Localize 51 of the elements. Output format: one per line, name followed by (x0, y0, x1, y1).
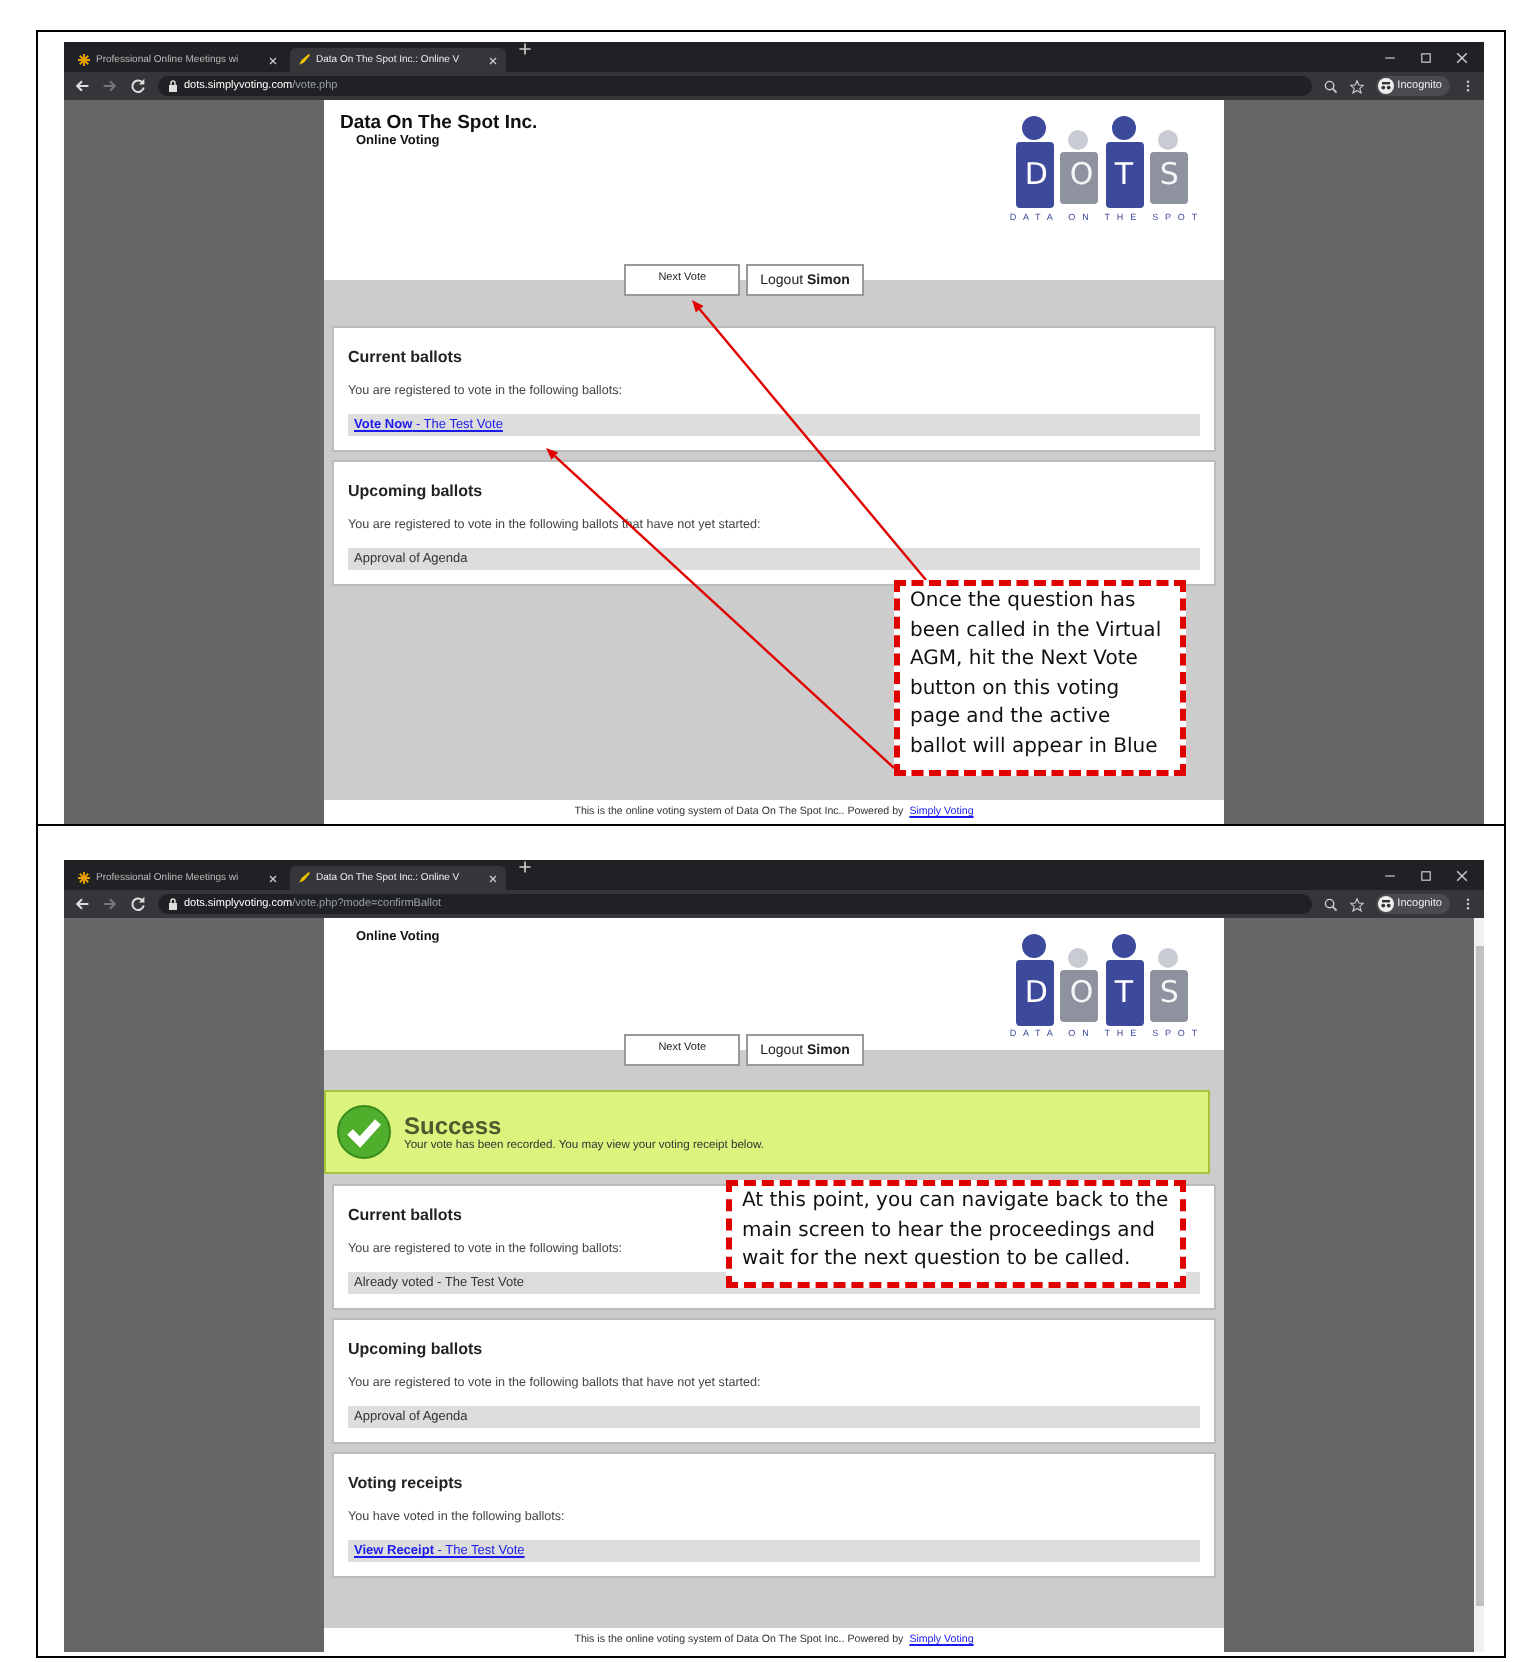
lock-icon (168, 898, 178, 910)
reload-icon[interactable] (130, 78, 146, 94)
logo-letter: S (1159, 156, 1179, 192)
panel-title: Current ballots (348, 348, 464, 366)
instruction-callout: Once the question has been called in the Virtual AGM, hit the Next Vote button on this voting page and the active ballot will appear in Blue (894, 580, 1186, 776)
pencil-favicon-icon[interactable] (298, 872, 310, 884)
menu-icon[interactable] (1462, 896, 1474, 912)
maximize-icon[interactable] (1420, 51, 1432, 63)
incognito-avatar-icon (1377, 78, 1394, 94)
panel-title: Current ballots (348, 1206, 464, 1224)
forward-icon[interactable] (102, 896, 118, 912)
close-icon[interactable] (1456, 869, 1468, 881)
instruction-callout: At this point, you can navigate back to the main screen to hear the proceedings and wait for the next question to be called. (726, 1180, 1186, 1288)
logo-letter: O (1069, 974, 1094, 1010)
close-icon[interactable] (488, 873, 498, 883)
incognito-avatar-icon (1377, 896, 1394, 912)
alert-title: Success (404, 1112, 502, 1140)
panel-title: Upcoming ballots (348, 482, 485, 500)
pencil-favicon-icon[interactable] (298, 54, 310, 66)
minimize-icon[interactable] (1384, 869, 1396, 881)
star-icon[interactable] (1349, 897, 1364, 911)
forward-icon[interactable] (102, 78, 118, 94)
close-icon[interactable] (488, 55, 498, 65)
organization-name: Data On The Spot Inc. (340, 112, 538, 134)
check-circle-icon (336, 1104, 392, 1160)
logo-letter: S (1159, 974, 1179, 1010)
star-icon[interactable] (1349, 79, 1364, 93)
back-icon[interactable] (74, 896, 90, 912)
zoom-icon[interactable] (1323, 79, 1338, 93)
minimize-icon[interactable] (1384, 51, 1396, 63)
starburst-favicon-icon[interactable] (78, 54, 90, 66)
panel-title: Upcoming ballots (348, 1340, 485, 1358)
lock-icon (168, 80, 178, 92)
logo-letter: D (1024, 974, 1048, 1010)
zoom-icon[interactable] (1323, 897, 1338, 911)
starburst-favicon-icon[interactable] (78, 872, 90, 884)
logo-letter: O (1069, 156, 1094, 192)
close-icon[interactable] (268, 873, 278, 883)
logo-letter: T (1114, 974, 1134, 1010)
close-icon[interactable] (1456, 51, 1468, 63)
back-icon[interactable] (74, 78, 90, 94)
new-tab-icon[interactable] (518, 42, 532, 56)
maximize-icon[interactable] (1420, 869, 1432, 881)
reload-icon[interactable] (130, 896, 146, 912)
logo-letter: D (1024, 156, 1048, 192)
scrollbar[interactable] (1474, 918, 1484, 1652)
close-icon[interactable] (268, 55, 278, 65)
new-tab-icon[interactable] (518, 860, 532, 874)
menu-icon[interactable] (1462, 78, 1474, 94)
logo-letter: T (1114, 156, 1134, 192)
panel-title: Voting receipts (348, 1474, 465, 1492)
